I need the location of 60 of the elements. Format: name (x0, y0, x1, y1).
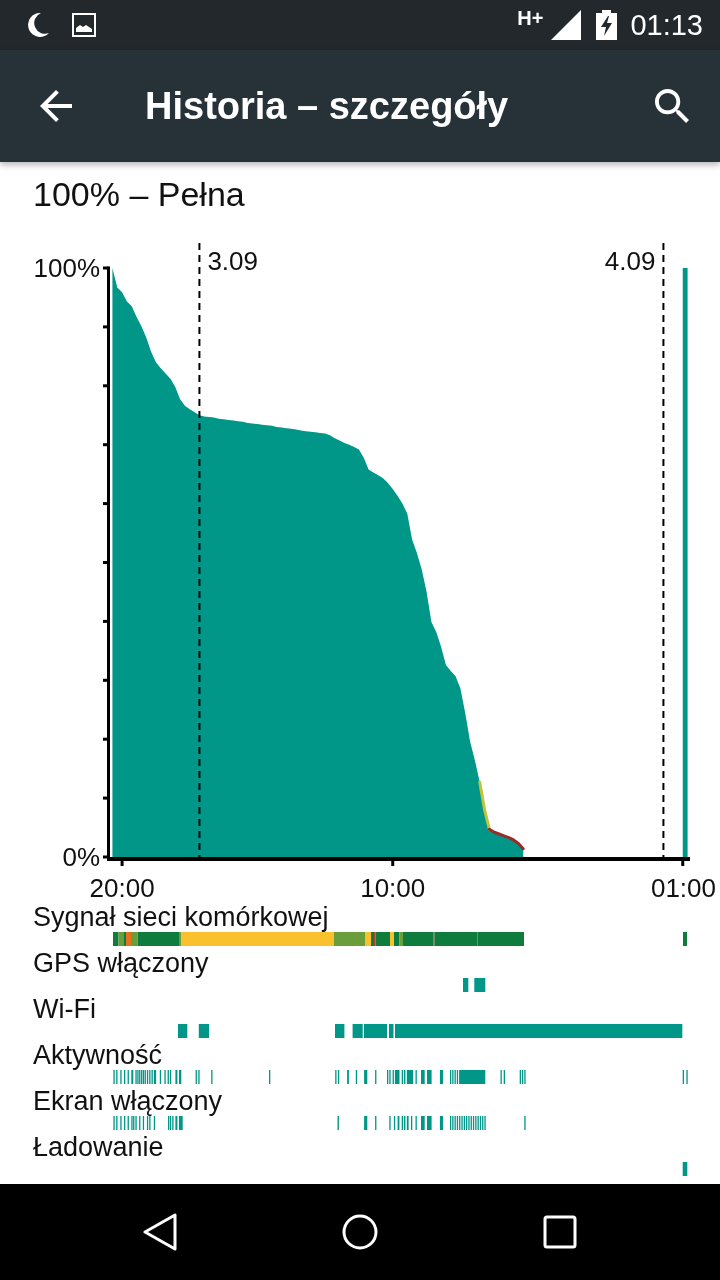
moon-icon (28, 13, 49, 37)
activity-mark (421, 1070, 425, 1084)
activity-mark (686, 1070, 688, 1084)
screen-on-mark (364, 1116, 368, 1130)
screen-on-mark (120, 1116, 122, 1130)
screen-on-mark (421, 1116, 425, 1130)
activity-mark (269, 1070, 271, 1084)
screen-on-mark (337, 1116, 339, 1130)
date-label: 3.09 (207, 246, 259, 276)
image-icon (72, 13, 96, 37)
clock-time: 01:13 (630, 9, 703, 41)
gps-on-segment (474, 978, 486, 992)
screen-on-mark (439, 1116, 444, 1130)
wifi-on-segment (178, 1024, 188, 1038)
screen-on-mark (411, 1116, 413, 1130)
search-button[interactable] (652, 86, 692, 126)
signal-strength-segment (683, 932, 687, 946)
search-icon (655, 89, 689, 123)
track-label: Ładowanie (33, 1132, 164, 1162)
track-label: Ekran włączony (33, 1086, 223, 1116)
home-circle-icon (342, 1214, 378, 1250)
activity-mark (364, 1070, 368, 1084)
screen-title: Historia – szczegóły (145, 84, 509, 128)
track-label: Wi-Fi (33, 994, 96, 1024)
battery-status-heading: 100% – Pełna (33, 174, 245, 214)
gps-on-segment (463, 978, 469, 992)
signal-icon (551, 10, 582, 40)
activity-mark (159, 1070, 162, 1084)
x-axis-label: 01:00 (650, 873, 716, 902)
network-type: H+ (517, 8, 544, 28)
battery-charging-icon (596, 10, 618, 40)
activity-mark (211, 1070, 213, 1084)
track-label: GPS włączony (33, 948, 209, 978)
screen-on-mark (375, 1116, 377, 1130)
activity-mark (375, 1070, 377, 1084)
low-battery-outline (478, 780, 525, 851)
y-axis-label: 100% (33, 253, 100, 284)
y-axis-label: 0% (62, 842, 100, 873)
screen-on-mark (153, 1116, 156, 1130)
date-label: 4.09 (604, 246, 656, 276)
back-arrow-icon (40, 90, 72, 122)
activity-mark (347, 1070, 349, 1084)
back-triangle-icon (143, 1213, 177, 1251)
screen-on-mark (389, 1116, 391, 1130)
activity-mark (120, 1070, 122, 1084)
wifi-on-segment (198, 1024, 209, 1038)
x-axis-label: 10:00 (360, 873, 426, 902)
screen-on-mark (524, 1116, 526, 1130)
track-label: Aktywność (33, 1040, 163, 1070)
wifi-on-segment (335, 1024, 345, 1038)
square-icon (543, 1215, 577, 1249)
activity-mark (682, 1070, 684, 1084)
x-axis-label: 20:00 (89, 873, 155, 902)
screen-on-mark (415, 1116, 417, 1130)
screen-on-mark (427, 1116, 432, 1130)
track-label: Sygnał sieci komórkowej (33, 902, 329, 932)
activity-mark (355, 1070, 358, 1084)
activity-mark (427, 1070, 432, 1084)
activity-mark (439, 1070, 444, 1084)
charging-mark (682, 1162, 688, 1176)
